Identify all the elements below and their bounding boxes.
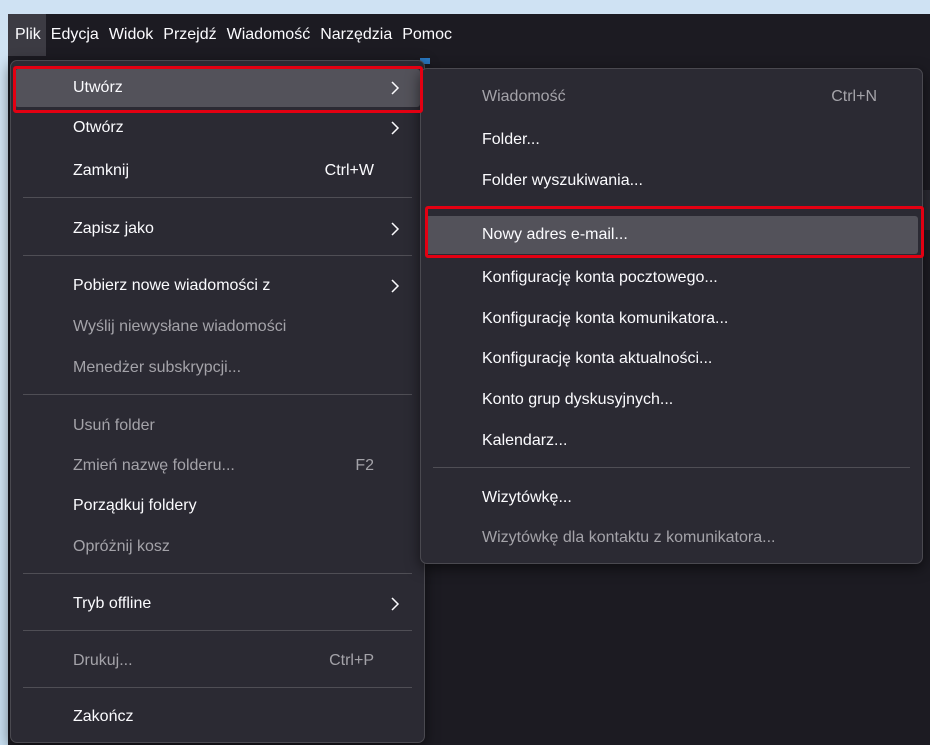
menu-item-print: Drukuj... Ctrl+P bbox=[15, 642, 420, 680]
menu-item-label: Folder wyszukiwania... bbox=[482, 172, 643, 189]
menu-item-compact-folders[interactable]: Porządkuj foldery bbox=[15, 487, 420, 525]
menu-item-label: Zamknij bbox=[73, 162, 130, 179]
menu-item-label: Folder... bbox=[482, 131, 540, 148]
menu-item-label: Menedżer subskrypcji... bbox=[73, 359, 242, 376]
menu-item-new-message: Wiadomość Ctrl+N bbox=[425, 78, 918, 116]
shortcut-label: Ctrl+N bbox=[831, 88, 877, 105]
menu-item-label: Kalendarz... bbox=[482, 432, 568, 449]
separator bbox=[433, 467, 910, 468]
separator bbox=[23, 197, 412, 198]
chevron-right-icon bbox=[390, 210, 400, 248]
menu-item-offline[interactable]: Tryb offline bbox=[15, 585, 420, 623]
menu-item-send-unsent: Wyślij niewysłane wiadomości bbox=[15, 308, 420, 346]
new-submenu: Wiadomość Ctrl+N Folder... Folder wyszuk… bbox=[420, 68, 923, 564]
menubar-file[interactable]: Plik bbox=[8, 14, 46, 56]
menu-item-label: Konfigurację konta pocztowego... bbox=[482, 269, 718, 286]
menubar-view[interactable]: Widok bbox=[104, 14, 158, 56]
menu-item-subscriptions: Menedżer subskrypcji... bbox=[15, 349, 420, 387]
menu-item-quit[interactable]: Zakończ bbox=[15, 698, 420, 736]
highlight-box-new-email bbox=[425, 206, 924, 258]
menu-item-label: Zapisz jako bbox=[73, 220, 154, 237]
menu-item-label: Otwórz bbox=[73, 119, 124, 136]
menu-item-label: Usuń folder bbox=[73, 417, 155, 434]
file-menu: Utwórz Otwórz Zamknij Ctrl+W Zapisz jako… bbox=[10, 60, 425, 743]
menubar-help[interactable]: Pomoc bbox=[397, 14, 457, 56]
separator bbox=[23, 573, 412, 574]
menu-item-get-messages[interactable]: Pobierz nowe wiadomości z bbox=[15, 267, 420, 305]
menu-item-new-search-folder[interactable]: Folder wyszukiwania... bbox=[425, 162, 918, 200]
menu-item-label: Zmień nazwę folderu... bbox=[73, 457, 235, 474]
content-area bbox=[425, 560, 930, 745]
menu-item-empty-trash: Opróżnij kosz bbox=[15, 528, 420, 566]
separator bbox=[23, 687, 412, 688]
menubar-edit[interactable]: Edycja bbox=[46, 14, 104, 56]
menu-item-label: Wizytówkę dla kontaktu z komunikatora... bbox=[482, 529, 776, 546]
menu-item-open[interactable]: Otwórz bbox=[15, 109, 420, 147]
menu-item-rename-folder: Zmień nazwę folderu... F2 bbox=[15, 447, 420, 485]
menu-item-label: Wyślij niewysłane wiadomości bbox=[73, 318, 287, 335]
menu-item-newsgroup-account[interactable]: Konto grup dyskusyjnych... bbox=[425, 381, 918, 419]
menu-item-label: Zakończ bbox=[73, 708, 134, 725]
menu-item-new-folder[interactable]: Folder... bbox=[425, 121, 918, 159]
shortcut-label: Ctrl+P bbox=[329, 652, 374, 669]
menu-item-label: Porządkuj foldery bbox=[73, 497, 197, 514]
menu-bar: Plik Edycja Widok Przejdź Wiadomość Narz… bbox=[8, 14, 930, 56]
highlight-box-new bbox=[13, 66, 423, 113]
menu-item-label: Wizytówkę... bbox=[482, 489, 572, 506]
menu-item-label: Konfigurację konta aktualności... bbox=[482, 350, 713, 367]
separator bbox=[23, 630, 412, 631]
menu-item-close[interactable]: Zamknij Ctrl+W bbox=[15, 152, 420, 190]
menu-item-label: Opróżnij kosz bbox=[73, 538, 170, 555]
menu-item-mail-account[interactable]: Konfigurację konta pocztowego... bbox=[425, 259, 918, 297]
shortcut-label: F2 bbox=[355, 457, 374, 474]
menu-item-label: Tryb offline bbox=[73, 595, 152, 612]
menu-item-delete-folder: Usuń folder bbox=[15, 407, 420, 445]
menu-item-calendar[interactable]: Kalendarz... bbox=[425, 422, 918, 460]
menu-item-label: Drukuj... bbox=[73, 652, 133, 669]
menu-item-label: Pobierz nowe wiadomości z bbox=[73, 277, 271, 294]
menu-item-contact[interactable]: Wizytówkę... bbox=[425, 479, 918, 517]
menu-item-label: Konto grup dyskusyjnych... bbox=[482, 391, 674, 408]
menu-item-feed-account[interactable]: Konfigurację konta aktualności... bbox=[425, 340, 918, 378]
menu-item-chat-account[interactable]: Konfigurację konta komunikatora... bbox=[425, 300, 918, 338]
menu-item-chat-contact: Wizytówkę dla kontaktu z komunikatora... bbox=[425, 519, 918, 557]
menubar-go[interactable]: Przejdź bbox=[158, 14, 221, 56]
chevron-right-icon bbox=[390, 267, 400, 305]
chevron-right-icon bbox=[390, 585, 400, 623]
menubar-tools[interactable]: Narzędzia bbox=[315, 14, 397, 56]
menu-item-label: Wiadomość bbox=[482, 88, 566, 105]
chevron-right-icon bbox=[390, 109, 400, 147]
menu-item-save-as[interactable]: Zapisz jako bbox=[15, 210, 420, 248]
menubar-message[interactable]: Wiadomość bbox=[222, 14, 316, 56]
separator bbox=[23, 394, 412, 395]
shortcut-label: Ctrl+W bbox=[324, 162, 374, 179]
menu-item-label: Konfigurację konta komunikatora... bbox=[482, 310, 729, 327]
separator bbox=[23, 255, 412, 256]
